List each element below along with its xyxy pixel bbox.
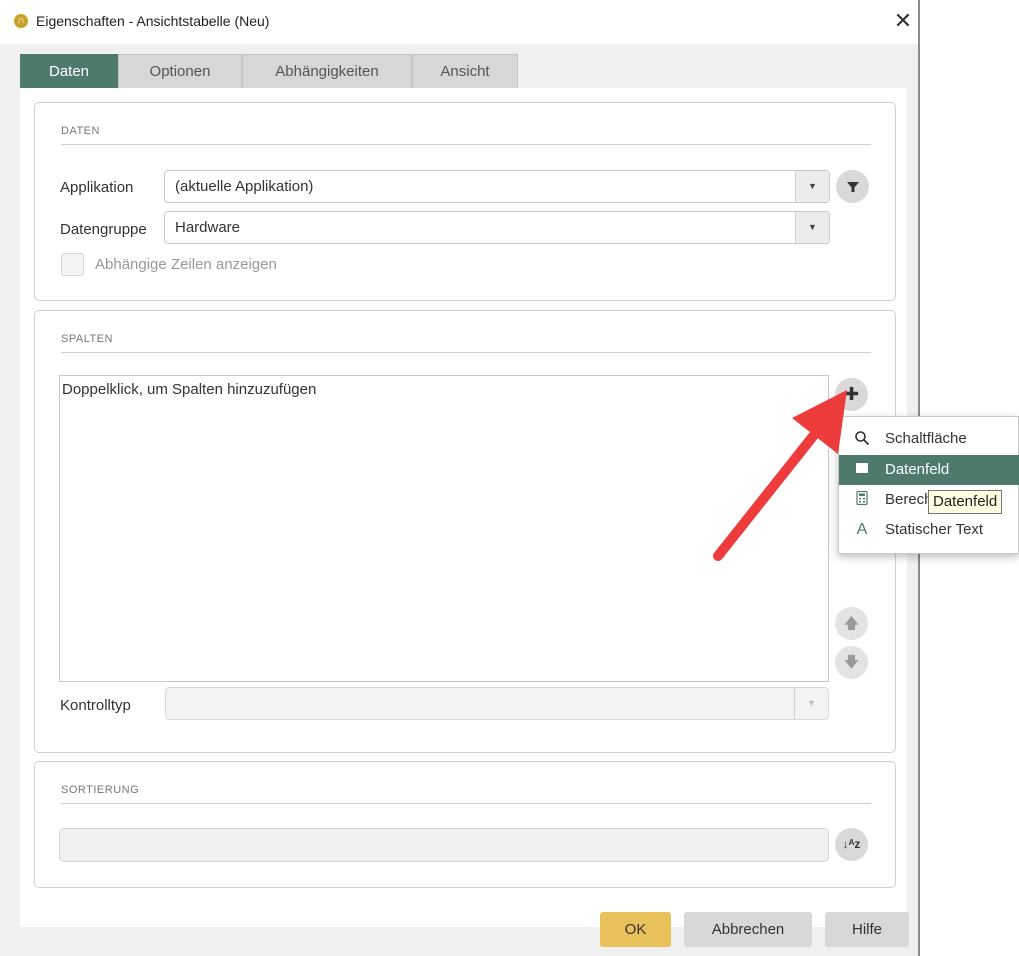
section-divider bbox=[61, 803, 871, 804]
menu-item-schaltflaeche[interactable]: Schaltfläche bbox=[839, 424, 1019, 454]
tab-abhaengigkeiten[interactable]: Abhängigkeiten bbox=[242, 54, 412, 88]
section-divider bbox=[61, 352, 871, 353]
chevron-down-icon[interactable]: ▼ bbox=[795, 171, 829, 202]
daten-section: DATEN Applikation (aktuelle Applikation)… bbox=[34, 102, 896, 301]
daten-section-title: DATEN bbox=[61, 125, 100, 137]
menu-item-label: Schaltfläche bbox=[885, 430, 967, 447]
arrow-up-icon: 🡅 bbox=[843, 615, 860, 632]
tab-optionen[interactable]: Optionen bbox=[118, 54, 242, 88]
sortierung-section: SORTIERUNG bbox=[34, 761, 896, 888]
cancel-button[interactable]: Abbrechen bbox=[684, 912, 812, 947]
ok-button[interactable]: OK bbox=[600, 912, 671, 947]
tab-daten[interactable]: Daten bbox=[20, 54, 118, 88]
close-icon[interactable]: ✕ bbox=[888, 6, 918, 36]
datengruppe-select[interactable]: Hardware ▼ bbox=[164, 211, 830, 244]
title-bar: ∩ Eigenschaften - Ansichtstabelle (Neu) … bbox=[0, 0, 918, 44]
sort-az-icon: ↓ᴬz bbox=[842, 837, 861, 851]
section-divider bbox=[61, 144, 871, 145]
datengruppe-label: Datengruppe bbox=[60, 221, 147, 238]
help-button[interactable]: Hilfe bbox=[825, 912, 909, 947]
menu-item-label: Datenfeld bbox=[885, 461, 950, 478]
sortierung-section-title: SORTIERUNG bbox=[61, 784, 140, 796]
applikation-select[interactable]: (aktuelle Applikation) ▼ bbox=[164, 170, 830, 203]
chevron-down-icon[interactable]: ▼ bbox=[795, 212, 829, 243]
move-down-button[interactable]: 🡇 bbox=[835, 646, 868, 679]
filter-icon bbox=[846, 182, 859, 192]
datengruppe-value: Hardware bbox=[175, 219, 241, 236]
sort-az-button[interactable]: ↓ᴬz bbox=[835, 828, 868, 861]
tab-ansicht[interactable]: Ansicht bbox=[412, 54, 518, 88]
applikation-label: Applikation bbox=[60, 179, 134, 196]
add-column-menu: Schaltfläche Datenfeld Berech A Statisch… bbox=[838, 416, 1019, 554]
move-up-button[interactable]: 🡅 bbox=[835, 607, 868, 640]
applikation-value: (aktuelle Applikation) bbox=[175, 178, 314, 195]
kontrolltyp-select[interactable]: ▼ bbox=[165, 687, 829, 720]
menu-item-datenfeld[interactable]: Datenfeld bbox=[839, 455, 1019, 485]
sort-field[interactable] bbox=[59, 828, 829, 862]
menu-item-statischer-text[interactable]: A Statischer Text bbox=[839, 515, 1019, 545]
arrow-down-icon: 🡇 bbox=[843, 654, 860, 671]
menu-item-label: Statischer Text bbox=[885, 521, 984, 538]
annotation-arrow-icon bbox=[713, 390, 847, 561]
menu-item-label: Berech bbox=[885, 491, 933, 508]
filter-button[interactable] bbox=[836, 170, 869, 203]
chevron-down-icon[interactable]: ▼ bbox=[794, 688, 828, 719]
abhaengige-checkbox[interactable] bbox=[61, 253, 84, 276]
tooltip: Datenfeld bbox=[928, 490, 1003, 514]
columns-list-hint: Doppelklick, um Spalten hinzuzufügen bbox=[62, 381, 317, 398]
app-logo-icon: ∩ bbox=[14, 14, 28, 28]
kontrolltyp-label: Kontrolltyp bbox=[60, 697, 131, 714]
abhaengige-label: Abhängige Zeilen anzeigen bbox=[95, 256, 277, 273]
spalten-section-title: SPALTEN bbox=[61, 333, 113, 345]
window-title: Eigenschaften - Ansichtstabelle (Neu) bbox=[36, 13, 270, 29]
